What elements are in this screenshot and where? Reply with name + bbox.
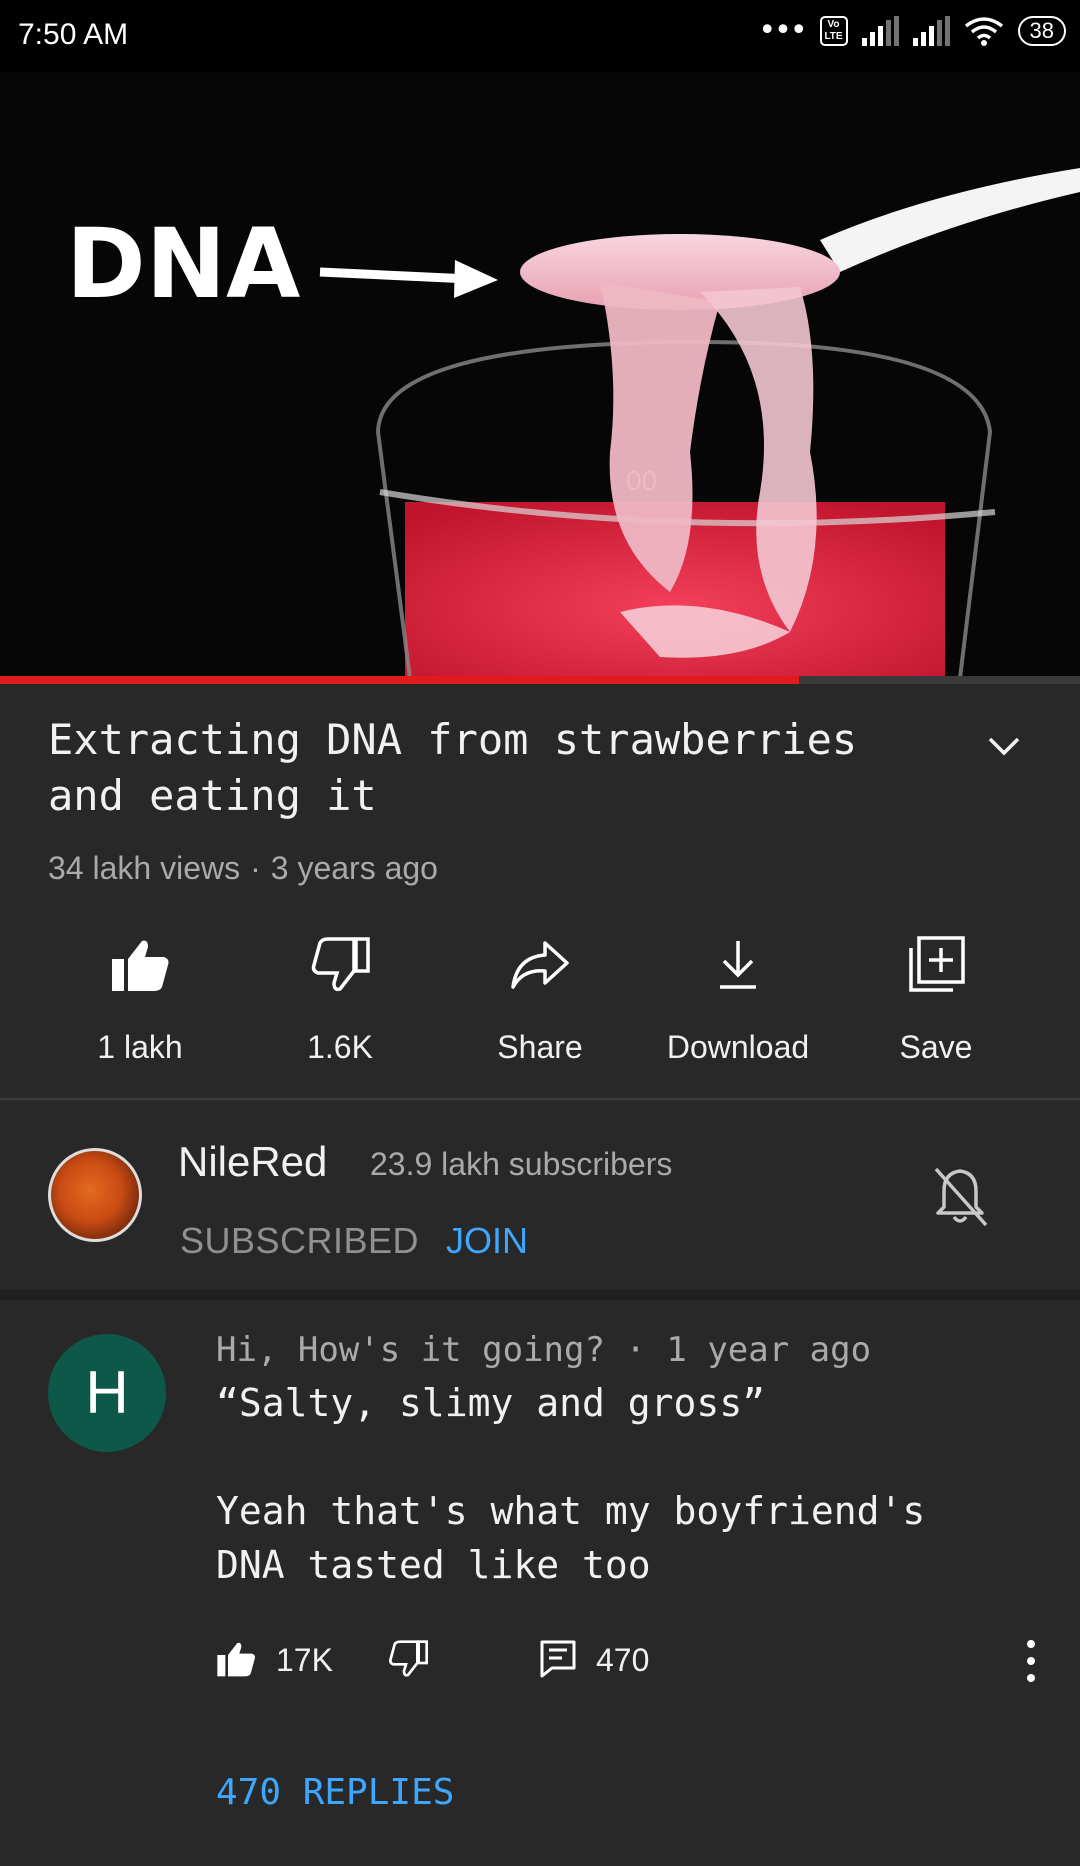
- video-actions: 1 lakh 1.6K Share Download Save: [0, 925, 1080, 1075]
- signal-strength-icon-1: [861, 16, 899, 46]
- channel-avatar[interactable]: [48, 1148, 142, 1242]
- video-meta: 34 lakh views · 3 years ago: [48, 850, 438, 887]
- join-button[interactable]: JOIN: [446, 1220, 528, 1262]
- comment-author[interactable]: Hi, How's it going?: [216, 1330, 605, 1370]
- divider: [0, 1098, 1080, 1100]
- thumbs-down-icon: [311, 937, 370, 992]
- save-button[interactable]: Save: [836, 925, 1036, 1066]
- add-to-playlist-icon: [909, 936, 965, 992]
- status-time: 7:50 AM: [18, 18, 129, 51]
- comment-avatar[interactable]: H: [48, 1334, 166, 1452]
- signal-strength-icon-2: [912, 16, 950, 46]
- notifications-off-icon[interactable]: [930, 1165, 990, 1229]
- status-icons: ••• Vo LTE 38: [758, 16, 1066, 46]
- download-label: Download: [666, 1029, 810, 1065]
- download-icon: [720, 941, 756, 989]
- status-bar: 7:50 AM ••• Vo LTE 38: [0, 0, 1080, 72]
- more-options-icon[interactable]: [1016, 1636, 1046, 1686]
- channel-name[interactable]: NileRed: [178, 1138, 327, 1186]
- chevron-down-icon[interactable]: [984, 726, 1024, 766]
- view-replies-link[interactable]: 470 REPLIES: [216, 1772, 454, 1813]
- dislike-button[interactable]: 1.6K: [240, 925, 440, 1066]
- download-button[interactable]: Download: [638, 925, 838, 1066]
- more-notifications-icon: •••: [758, 13, 807, 48]
- video-overlay-text: DNA: [66, 208, 300, 320]
- section-separator: [0, 1290, 1080, 1300]
- subscribed-button[interactable]: SUBSCRIBED: [180, 1220, 419, 1262]
- like-count: 1 lakh: [97, 1029, 183, 1065]
- video-progress-bar[interactable]: [0, 676, 1080, 684]
- comment-reply-count: 470: [596, 1642, 650, 1678]
- battery-indicator: 38: [1017, 16, 1066, 46]
- comment-age: 1 year ago: [666, 1330, 872, 1370]
- thumbs-down-icon[interactable]: [388, 1640, 428, 1678]
- comment-text: “Salty, slimy and gross” Yeah that's wha…: [216, 1381, 926, 1587]
- comment-header: Hi, How's it going? · 1 year ago: [216, 1330, 871, 1370]
- comment-separator: ·: [625, 1330, 646, 1370]
- meta-separator: ·: [250, 850, 261, 886]
- thumbs-up-icon: [112, 940, 169, 991]
- subscriber-count: 23.9 lakh subscribers: [370, 1146, 673, 1182]
- like-button[interactable]: 1 lakh: [40, 925, 240, 1066]
- wifi-icon: [964, 17, 1003, 46]
- video-thumbnail: 00 DNA: [0, 72, 1080, 678]
- thumbs-up-icon[interactable]: [216, 1640, 256, 1678]
- share-label: Share: [497, 1029, 583, 1065]
- share-icon: [511, 941, 569, 989]
- comment-like-count: 17K: [276, 1642, 333, 1678]
- video-title[interactable]: Extracting DNA from strawberries and eat…: [48, 712, 948, 824]
- view-count: 34 lakh views: [48, 850, 241, 886]
- video-player[interactable]: 00 DNA: [0, 72, 1080, 678]
- share-button[interactable]: Share: [440, 925, 640, 1066]
- video-progress-fill: [0, 676, 800, 684]
- reply-icon[interactable]: [540, 1640, 576, 1678]
- upload-age: 3 years ago: [270, 850, 438, 886]
- comment-actions: 17K 470: [216, 1636, 1046, 1686]
- save-label: Save: [899, 1029, 973, 1065]
- dislike-count: 1.6K: [307, 1029, 373, 1065]
- volte-icon: Vo LTE: [819, 16, 848, 46]
